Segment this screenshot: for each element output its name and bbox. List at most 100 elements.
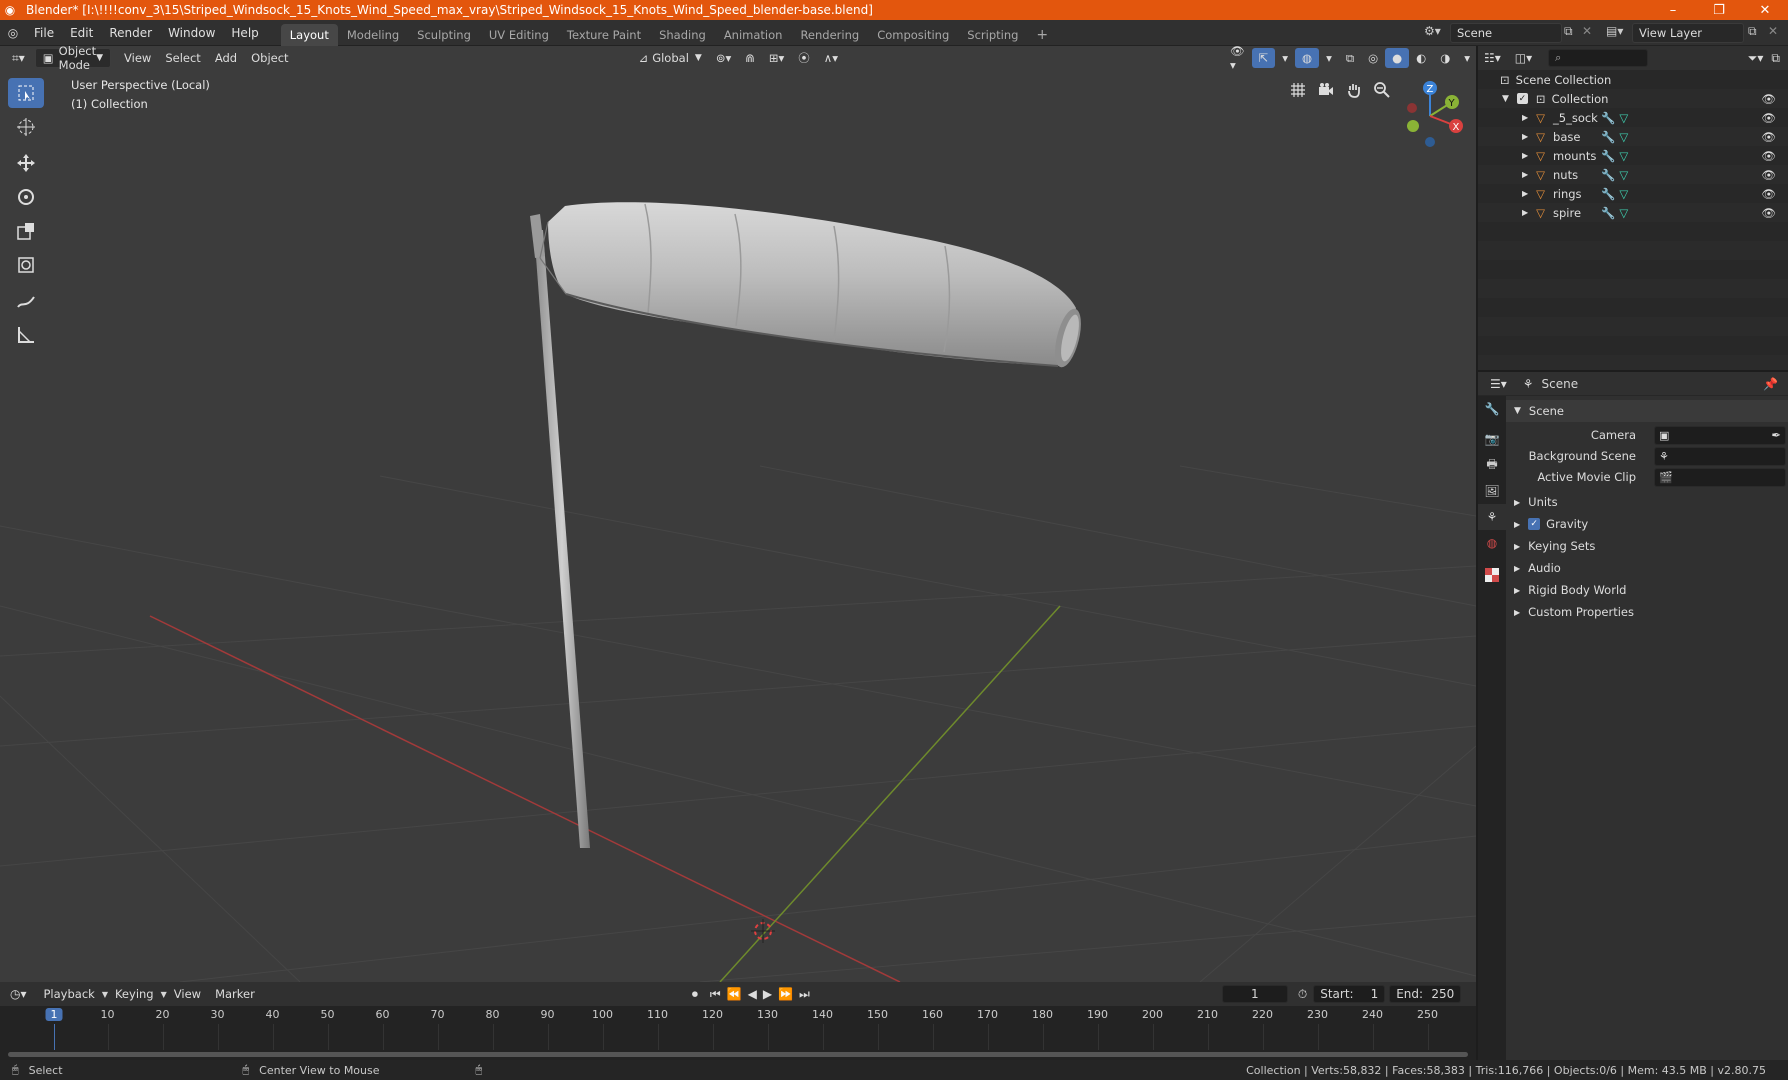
scene-tab-icon[interactable]: ⚘ — [1478, 504, 1506, 530]
texture-tab-icon[interactable] — [1478, 562, 1506, 588]
menu-window[interactable]: Window — [160, 20, 223, 46]
visibility-icon[interactable]: 👁▾ — [1223, 46, 1252, 72]
menu-render[interactable]: Render — [101, 20, 160, 46]
display-mode-icon[interactable]: ◫▾ — [1515, 51, 1532, 65]
delete-scene-icon[interactable]: ✕ — [1582, 24, 1592, 38]
jump-end-button[interactable]: ⏭ — [799, 987, 810, 1002]
properties-editor-type-icon[interactable]: ☰▾ — [1490, 377, 1507, 391]
transform-tool-icon[interactable] — [8, 250, 44, 280]
tab-sculpting[interactable]: Sculpting — [408, 24, 480, 46]
view-layer-icon[interactable]: ▤▾ — [1606, 24, 1623, 38]
tool-tab-icon[interactable]: 🔧 — [1478, 396, 1506, 422]
current-frame-field[interactable]: 1 — [1221, 985, 1288, 1003]
overlay-toggle-icon[interactable]: ◍ — [1295, 48, 1320, 68]
navigation-gizmo[interactable]: Z Y X — [1390, 76, 1470, 156]
tab-compositing[interactable]: Compositing — [868, 24, 958, 46]
windsock-model[interactable] — [530, 202, 1086, 848]
tab-animation[interactable]: Animation — [715, 24, 792, 46]
outliner-object-row[interactable]: ▶ ▽ base 🔧 ▽ 👁 — [1478, 127, 1788, 146]
eyedropper-icon[interactable]: ✒ — [1771, 428, 1781, 442]
menu-keying[interactable]: Keying — [108, 984, 161, 1004]
camera-field[interactable]: ▣ ✒ — [1654, 425, 1786, 445]
blender-menu-icon[interactable]: ◎ — [0, 26, 26, 40]
outliner-scene-collection[interactable]: ⊡ Scene Collection — [1478, 70, 1788, 89]
outliner-search-input[interactable]: ⌕ — [1548, 49, 1649, 67]
menu-edit[interactable]: Edit — [62, 20, 101, 46]
next-keyframe-button[interactable]: ⏩ — [778, 987, 793, 1001]
background-scene-field[interactable]: ⚘ — [1654, 446, 1786, 466]
menu-add[interactable]: Add — [208, 48, 244, 68]
record-button[interactable]: ⏺ — [692, 987, 698, 1002]
wireframe-shading-icon[interactable]: ◎ — [1361, 48, 1385, 68]
expand-arrow-icon[interactable]: ▶ — [1522, 151, 1528, 160]
add-workspace-button[interactable]: + — [1027, 24, 1057, 46]
rendered-shading-icon[interactable]: ◑ — [1433, 48, 1457, 68]
prev-keyframe-button[interactable]: ⏪ — [727, 987, 742, 1001]
material-shading-icon[interactable]: ◐ — [1409, 48, 1433, 68]
rotate-tool-icon[interactable] — [8, 182, 44, 212]
outliner-object-row[interactable]: ▶ ▽ mounts 🔧 ▽ 👁 — [1478, 146, 1788, 165]
eye-icon[interactable]: 👁 — [1761, 168, 1776, 182]
solid-shading-icon[interactable]: ● — [1385, 48, 1410, 68]
scene-browse-icon[interactable]: ⚙▾ — [1424, 24, 1441, 38]
scale-tool-icon[interactable] — [8, 216, 44, 246]
shading-dropdown-icon[interactable]: ▾ — [1457, 48, 1476, 68]
falloff-icon[interactable]: ∧▾ — [817, 48, 845, 68]
view-layer-tab-icon[interactable]: 🖼 — [1478, 478, 1506, 504]
tab-layout[interactable]: Layout — [280, 23, 338, 46]
eye-icon[interactable]: 👁 — [1761, 92, 1776, 106]
maximize-button[interactable]: ❐ — [1696, 0, 1742, 20]
exclude-checkbox[interactable]: ✓ — [1516, 93, 1528, 104]
transform-orientation-dropdown[interactable]: ⊿ Global ▼ — [632, 48, 709, 68]
scrollbar[interactable] — [8, 1052, 1468, 1057]
gizmo-toggle-icon[interactable]: ⇱ — [1251, 48, 1276, 68]
menu-help[interactable]: Help — [223, 20, 266, 46]
move-tool-icon[interactable] — [8, 148, 44, 178]
filter-icon[interactable]: ⏷▾ — [1748, 51, 1764, 66]
end-frame-field[interactable]: End: 250 — [1389, 985, 1462, 1003]
outliner-object-row[interactable]: ▶ ▽ nuts 🔧 ▽ 👁 — [1478, 165, 1788, 184]
outliner-editor-type-icon[interactable]: ☷▾ — [1484, 51, 1501, 65]
object-mode-dropdown[interactable]: ▣ Object Mode ▼ — [34, 46, 112, 72]
minimize-button[interactable]: – — [1650, 0, 1696, 20]
units-panel-header[interactable]: ▶ Units — [1506, 491, 1788, 513]
expand-arrow-icon[interactable]: ▶ — [1522, 113, 1528, 122]
tab-uv-editing[interactable]: UV Editing — [480, 24, 558, 46]
tab-rendering[interactable]: Rendering — [791, 24, 868, 46]
gizmo-dropdown-icon[interactable]: ▾ — [1275, 48, 1295, 68]
expand-arrow-icon[interactable]: ▼ — [1502, 94, 1509, 104]
expand-arrow-icon[interactable]: ▶ — [1522, 208, 1528, 217]
eye-icon[interactable]: 👁 — [1761, 149, 1776, 163]
xray-icon[interactable]: ⧉ — [1339, 48, 1361, 68]
select-box-tool-icon[interactable] — [8, 78, 44, 108]
expand-arrow-icon[interactable]: ▶ — [1522, 170, 1528, 179]
start-frame-field[interactable]: Start: 1 — [1313, 985, 1386, 1003]
view-layer-selector[interactable]: View Layer — [1632, 23, 1744, 43]
eye-icon[interactable]: 👁 — [1761, 111, 1776, 125]
snap-target-icon[interactable]: ⊞▾ — [762, 48, 791, 68]
tab-scripting[interactable]: Scripting — [958, 24, 1027, 46]
jump-start-button[interactable]: ⏮ — [710, 987, 721, 1002]
gravity-checkbox[interactable]: ✓ — [1528, 518, 1541, 530]
play-button[interactable]: ▶ — [763, 987, 772, 1001]
overlay-dropdown-icon[interactable]: ▾ — [1319, 48, 1339, 68]
proportional-edit-icon[interactable]: ⦿ — [791, 48, 817, 68]
tab-shading[interactable]: Shading — [650, 24, 715, 46]
scene-panel-header[interactable]: ▼ Scene — [1506, 400, 1788, 422]
snap-icon[interactable]: ⋒ — [738, 48, 762, 68]
gravity-panel-header[interactable]: ▶ ✓ Gravity — [1506, 513, 1788, 535]
outliner-object-row[interactable]: ▶ ▽ rings 🔧 ▽ 👁 — [1478, 184, 1788, 203]
eye-icon[interactable]: 👁 — [1761, 206, 1776, 220]
keying-sets-panel-header[interactable]: ▶ Keying Sets — [1506, 535, 1788, 557]
new-collection-icon[interactable]: ⧉ — [1771, 51, 1780, 66]
pivot-point-icon[interactable]: ⊚▾ — [709, 48, 738, 68]
pan-view-icon[interactable] — [1342, 78, 1366, 102]
preview-range-icon[interactable]: ⏱ — [1298, 987, 1307, 1002]
output-tab-icon[interactable]: 🖶 — [1478, 452, 1506, 478]
expand-arrow-icon[interactable]: ▶ — [1522, 132, 1528, 141]
render-tab-icon[interactable]: 📷 — [1478, 426, 1506, 452]
menu-marker[interactable]: Marker — [208, 984, 262, 1004]
delete-view-layer-icon[interactable]: ✕ — [1768, 24, 1778, 38]
new-view-layer-icon[interactable]: ⧉ — [1748, 24, 1757, 39]
3d-viewport[interactable]: ⌗▾ ▣ Object Mode ▼ View Select Add Objec… — [0, 46, 1476, 982]
